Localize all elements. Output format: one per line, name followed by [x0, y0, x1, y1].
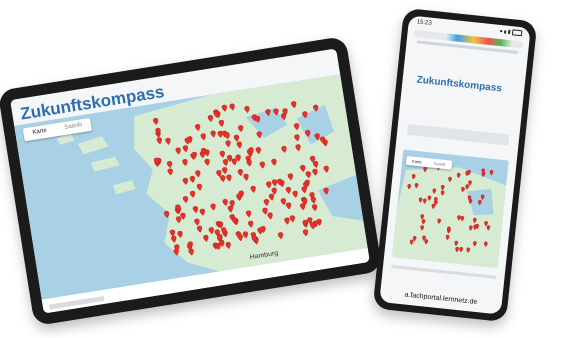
battery-icon [511, 29, 523, 37]
signal-icon [504, 29, 507, 34]
site-caption[interactable]: a.fachportal.lernnetz.de [380, 289, 502, 309]
signal-icon [508, 29, 511, 35]
footer-link[interactable] [48, 295, 105, 310]
tablet-screen: Hamburg Zukunftskompass Karte Satellit [10, 48, 370, 314]
status-icons [500, 28, 523, 37]
search-field[interactable] [406, 123, 510, 146]
status-time: 15:23 [416, 19, 432, 27]
tablet-device: Hamburg Zukunftskompass Karte Satellit [0, 35, 383, 327]
phone-footer-bar [390, 264, 497, 279]
signal-icon [500, 30, 503, 33]
phone-device: 15:23 Zukunftskompass Karte Satellit a.f… [372, 7, 538, 323]
phone-page-title: Zukunftskompass [416, 74, 503, 95]
phone-screen: 15:23 Zukunftskompass Karte Satellit a.f… [379, 15, 531, 315]
